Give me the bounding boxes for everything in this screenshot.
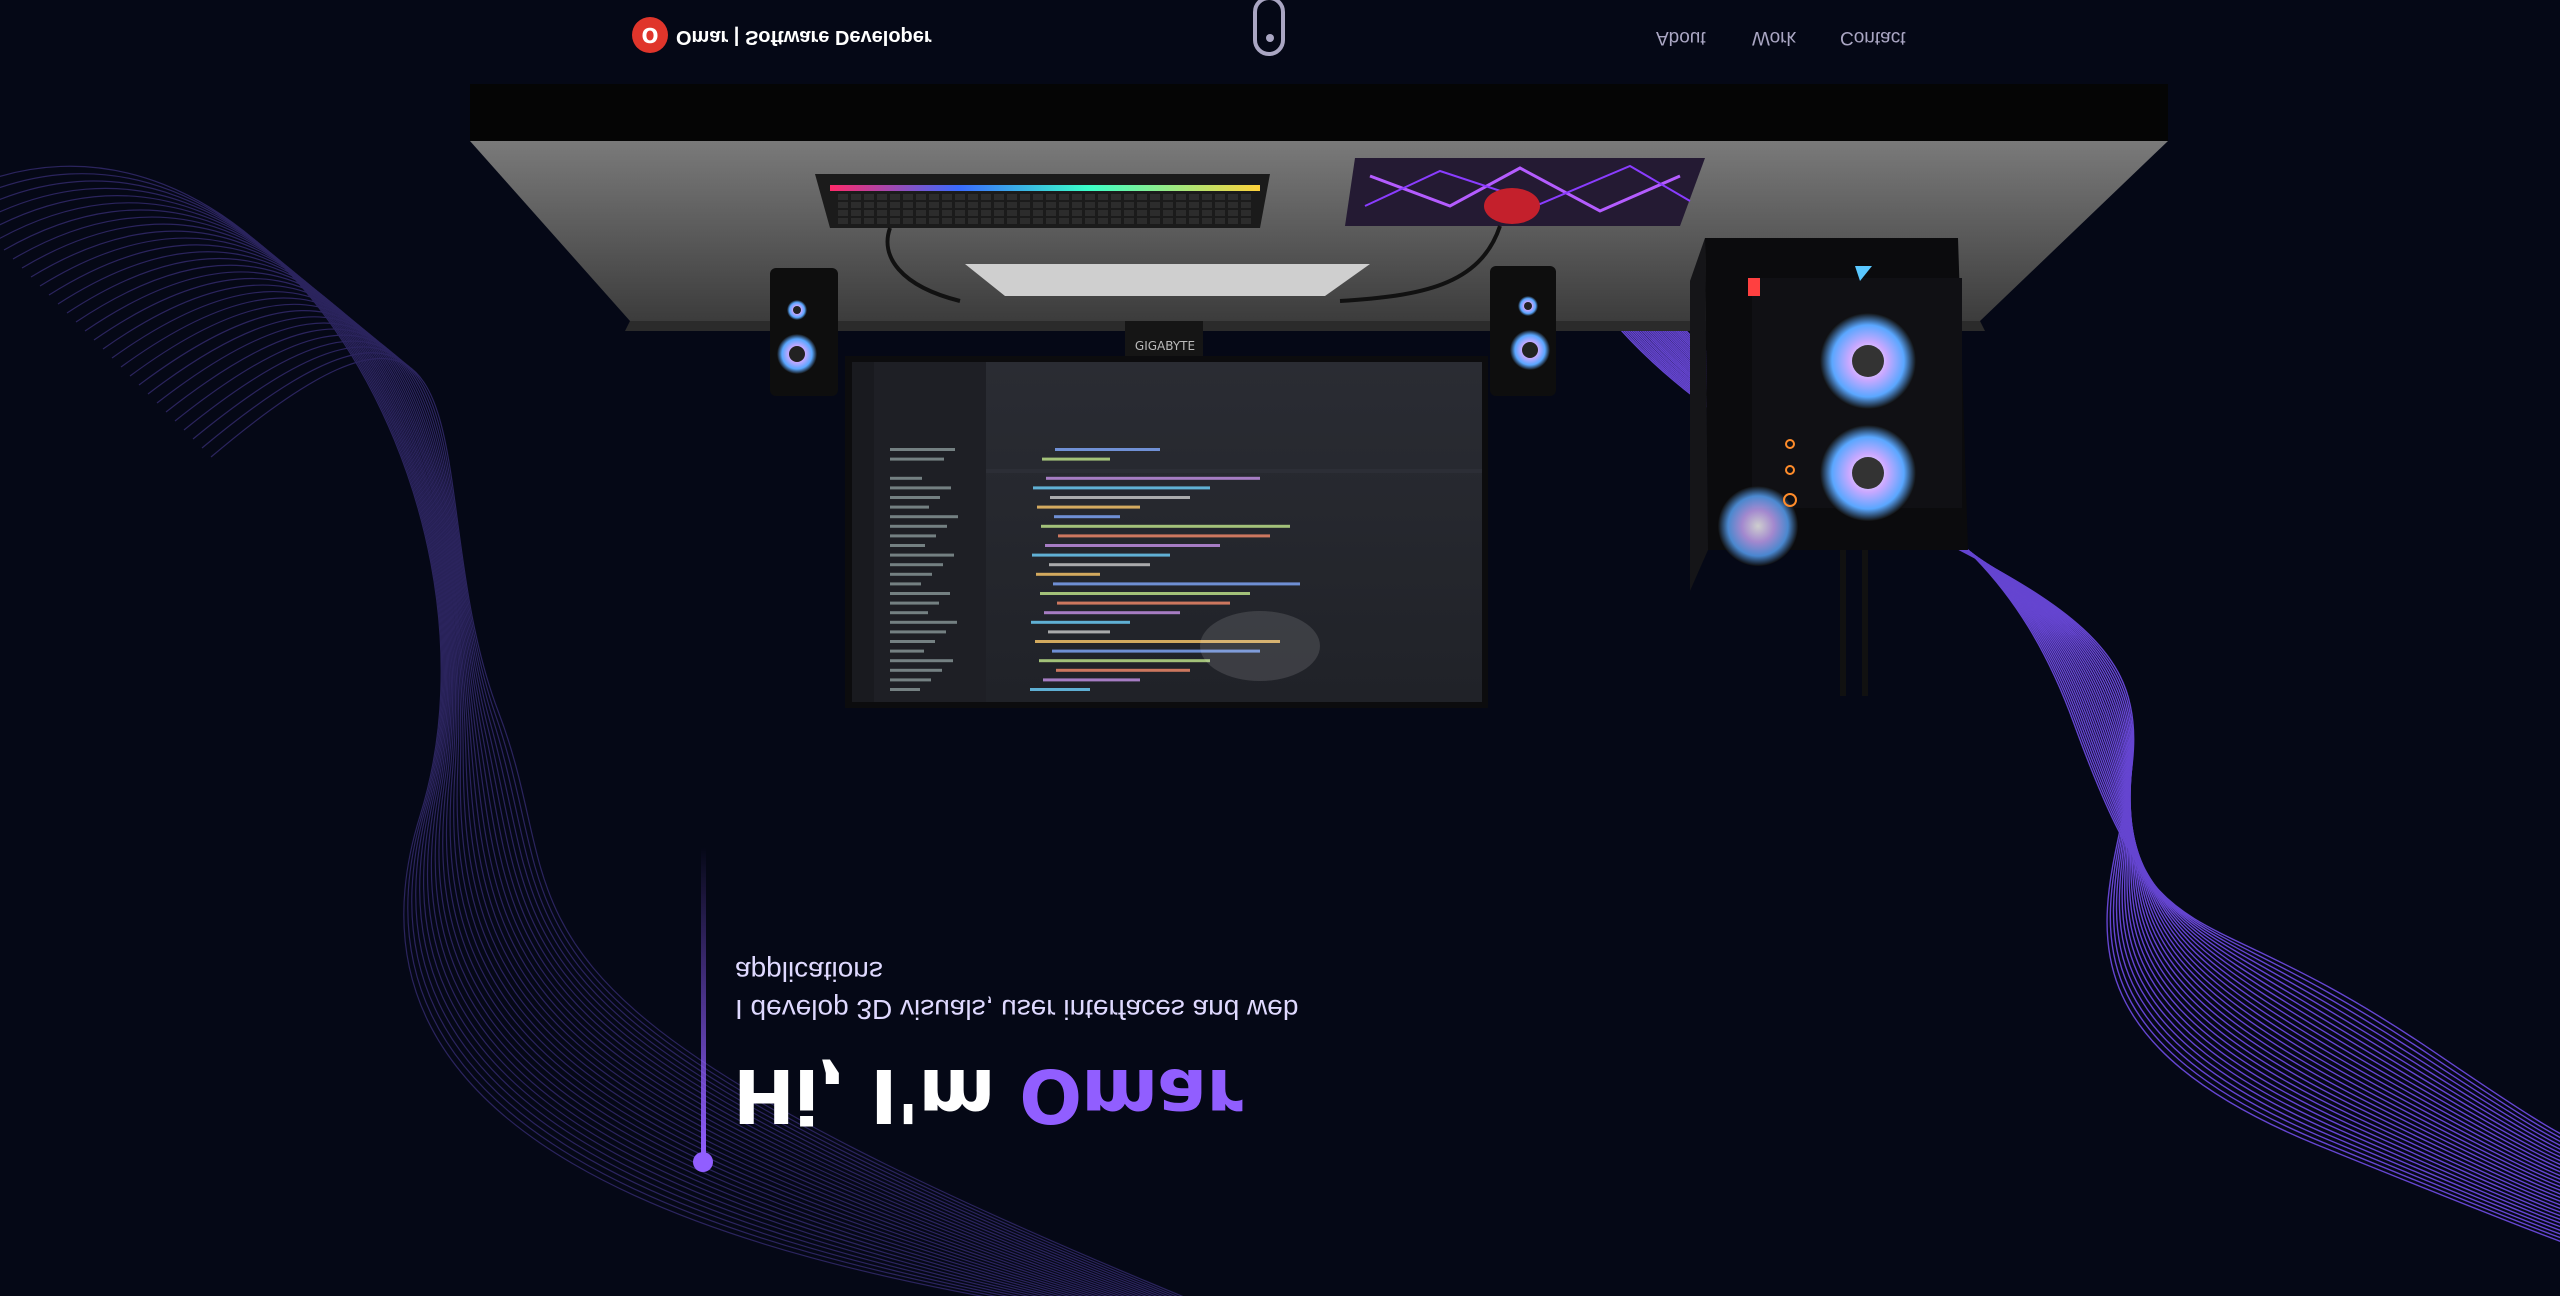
scroll-down-indicator[interactable] (1253, 0, 1285, 56)
left-speaker (770, 268, 838, 396)
nav-link-about[interactable]: About (1656, 26, 1706, 48)
hero-title: Hi, I'm Omar (733, 1052, 1242, 1138)
mouse-pad (1345, 158, 1705, 226)
scroll-dot-icon (1266, 34, 1274, 42)
hero-accent-line (693, 844, 713, 1172)
monitor (845, 356, 1488, 708)
nav-link-work[interactable]: Work (1752, 26, 1796, 48)
pc-tower (1690, 238, 1968, 696)
hero-greeting: Hi, I'm (733, 1052, 1020, 1138)
accent-bar (701, 846, 706, 1156)
computer-desk-scene[interactable]: GIGABYTE (0, 0, 2560, 1296)
logo-icon[interactable]: O (632, 17, 668, 53)
hero-subtitle: I develop 3D visuals, user interfaces an… (735, 956, 1299, 1025)
brand-name[interactable]: Omar | Software Developer (676, 25, 932, 48)
nav-link-contact[interactable]: Contact (1840, 26, 1905, 48)
keyboard (815, 174, 1270, 228)
monitor-brand-label: GIGABYTE (1135, 339, 1195, 353)
hero-name: Omar (1019, 1052, 1242, 1138)
right-speaker (1490, 266, 1556, 396)
